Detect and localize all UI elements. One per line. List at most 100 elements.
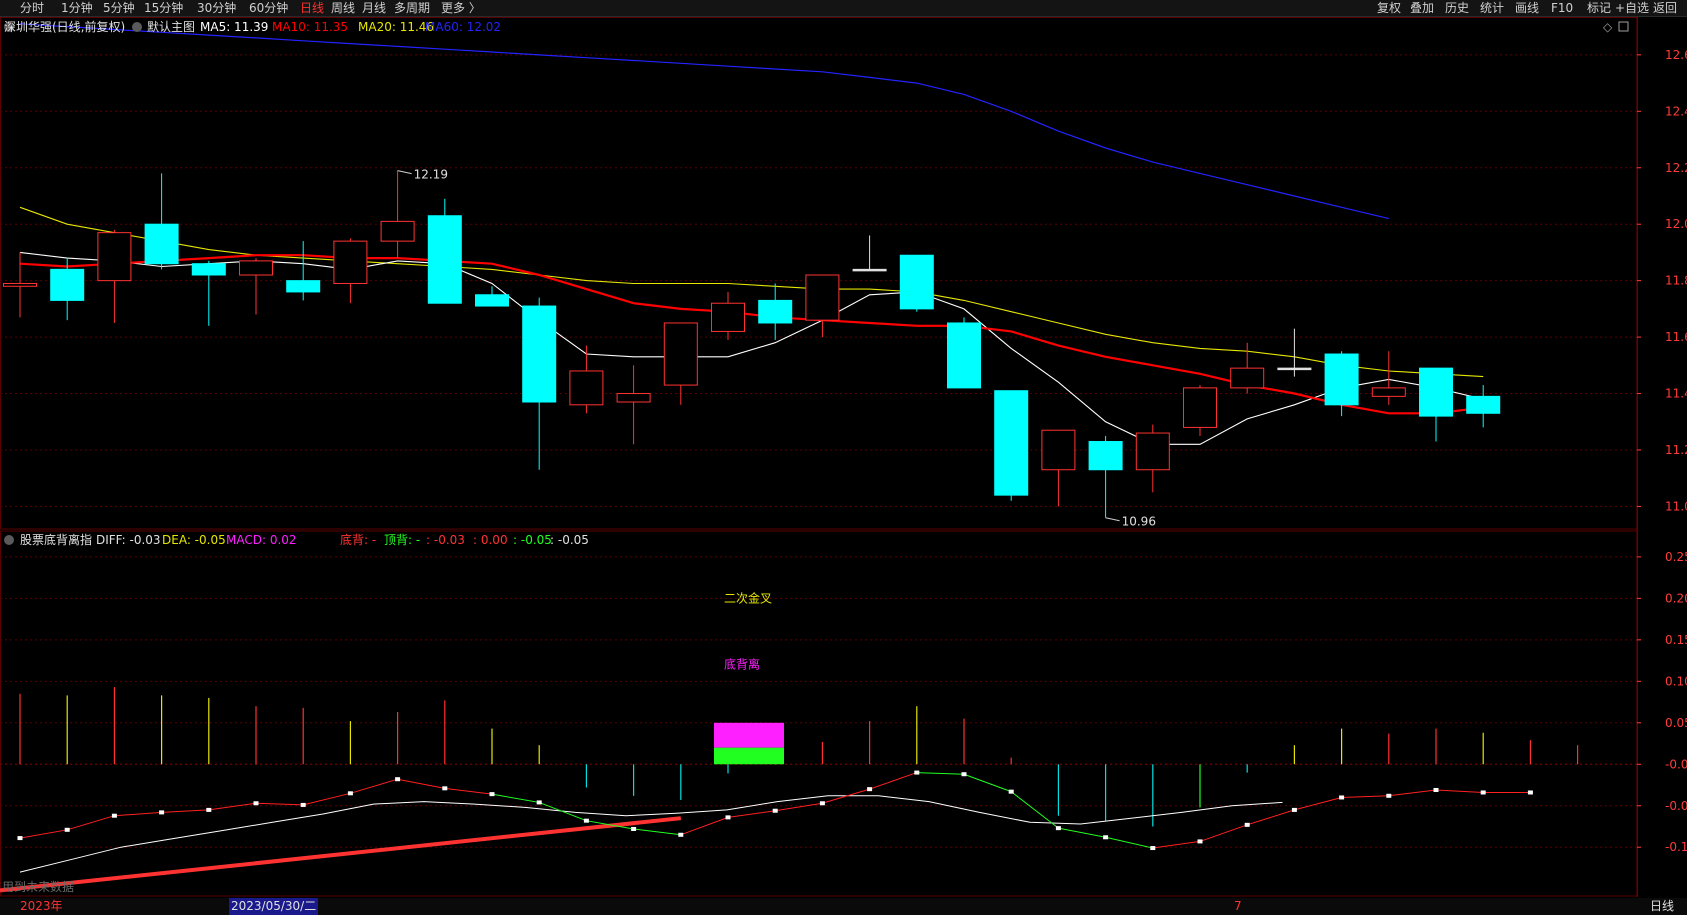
date-axis: 2023年 2023/05/30/二 7 日线: [0, 898, 1687, 915]
month-label: 7: [1234, 899, 1242, 913]
dea-segment: [19, 829, 68, 839]
candle-body: [97, 232, 132, 282]
candle-body: [1230, 367, 1265, 389]
toolbar-button[interactable]: 返回: [1653, 0, 1677, 16]
price-tick-label: 12.20: [1665, 161, 1687, 175]
price-tick-label: 12.60: [1665, 48, 1687, 62]
period-toolbar: 分时 1分钟 5分钟 15分钟 30分钟 60分钟 日线 周线 月线 多周期 更多 〉 复权 叠加 历史统…: [0, 0, 1687, 17]
signal-label: 二次金叉: [724, 590, 772, 605]
dea-segment: [397, 778, 445, 789]
dea-segment: [114, 811, 162, 817]
period-tab[interactable]: 更多 〉: [441, 0, 481, 16]
period-tab[interactable]: 30分钟: [197, 0, 236, 16]
candle-body: [333, 240, 368, 284]
dea-point-marker: [772, 808, 778, 813]
candle-body: [191, 263, 226, 276]
dea-point-marker: [961, 772, 967, 777]
ma10-line: [19, 254, 1484, 415]
indicator-tick-label: 0.20: [1665, 591, 1687, 605]
signal-label: 底背离: [724, 657, 760, 672]
toolbar-button[interactable]: 画线: [1515, 0, 1539, 16]
dea-segment: [916, 772, 965, 775]
maximize-icon: [1618, 21, 1629, 32]
dingbei-label: 顶背: -: [384, 533, 420, 547]
diff-line: [19, 795, 1283, 873]
indicator-name: 股票底背离指: [20, 532, 92, 547]
period-tab[interactable]: 周线: [331, 0, 355, 16]
toolbar-button[interactable]: F10: [1551, 0, 1573, 16]
stock-title: 深圳华强(日线,前复权): [4, 19, 125, 34]
toolbar-button[interactable]: 历史: [1445, 0, 1469, 16]
dea-point-marker: [17, 836, 23, 841]
price-tick-label: 11.00: [1665, 499, 1687, 513]
toolbar-button[interactable]: 复权: [1377, 0, 1401, 16]
divergence-trend-line: [0, 816, 682, 893]
dea-point-marker: [206, 807, 212, 812]
legend-value-2: : 0.00: [473, 533, 508, 547]
candle-body: [50, 268, 85, 301]
dea-point-marker: [159, 810, 165, 815]
extreme-price-label: 12.19: [414, 168, 448, 182]
dea-point-marker: [395, 777, 401, 782]
extreme-price-label: 10.96: [1122, 515, 1156, 529]
dea-point-marker: [631, 826, 637, 831]
candle-body: [947, 322, 981, 389]
divergence-block-green: [714, 747, 784, 765]
ma5-line: [19, 251, 1484, 445]
dea-point-marker: [725, 815, 731, 820]
dea-segment: [350, 778, 398, 794]
indicator-tick-label: -0.00: [1665, 757, 1687, 771]
dea-point-marker: [914, 770, 920, 775]
dea-segment: [444, 787, 493, 795]
macd-value: MACD: 0.02: [226, 533, 297, 547]
dea-segment: [1199, 824, 1248, 842]
dea-segment: [491, 793, 540, 803]
ma60-line: [19, 23, 1389, 220]
dea-segment: [539, 801, 587, 822]
candle-body: [286, 280, 321, 293]
period-tab[interactable]: 15分钟: [144, 0, 183, 16]
dea-point-marker: [1291, 807, 1297, 812]
dea-point-marker: [1339, 795, 1345, 800]
candle-body: [569, 370, 604, 406]
period-tab[interactable]: 日线: [300, 0, 324, 16]
candle-body: [380, 220, 415, 242]
dea-segment: [255, 802, 304, 806]
candle-body: [758, 299, 793, 324]
toolbar-button[interactable]: 叠加: [1410, 0, 1434, 16]
settings-diamond-icon: ◇: [1603, 20, 1613, 34]
indicator-tick-label: -0.05: [1665, 799, 1687, 813]
period-tab[interactable]: 月线: [362, 0, 386, 16]
ma10-value: MA10: 11.35: [272, 20, 348, 34]
dea-segment: [1435, 789, 1484, 793]
candle-body: [239, 260, 273, 276]
candle-body: [1183, 387, 1217, 428]
dea-point-marker: [64, 827, 70, 832]
candle-body: [1088, 441, 1123, 471]
dea-point-marker: [1008, 789, 1014, 794]
period-tab[interactable]: 多周期: [394, 0, 430, 16]
toolbar-button[interactable]: 统计: [1480, 0, 1504, 16]
ma20-value: MA20: 11.46: [358, 20, 434, 34]
dea-segment: [303, 792, 351, 806]
indicator-tick-label: 0.10: [1665, 674, 1687, 688]
ma60-value: MA60: 12.02: [425, 20, 501, 34]
candle-body: [1419, 367, 1453, 417]
dea-point-marker: [1244, 822, 1250, 827]
candle-body: [711, 302, 745, 332]
period-tab[interactable]: 60分钟: [249, 0, 288, 16]
dea-point-marker: [1480, 790, 1486, 795]
candle-body: [663, 322, 698, 386]
future-data-watermark: 用到未来数据: [2, 879, 74, 894]
toolbar-button[interactable]: 标记: [1587, 0, 1611, 16]
extreme-marker: [1105, 517, 1120, 522]
dea-segment: [1294, 796, 1342, 811]
dea-point-marker: [442, 786, 448, 791]
dea-segment: [727, 810, 776, 818]
toolbar-button[interactable]: +自选: [1615, 0, 1649, 16]
cursor-date-label: 2023/05/30/二: [229, 898, 319, 915]
dea-segment: [67, 815, 115, 831]
period-tab[interactable]: 分时: [20, 0, 44, 16]
period-tab[interactable]: 5分钟: [103, 0, 135, 16]
period-tab[interactable]: 1分钟: [61, 0, 93, 16]
